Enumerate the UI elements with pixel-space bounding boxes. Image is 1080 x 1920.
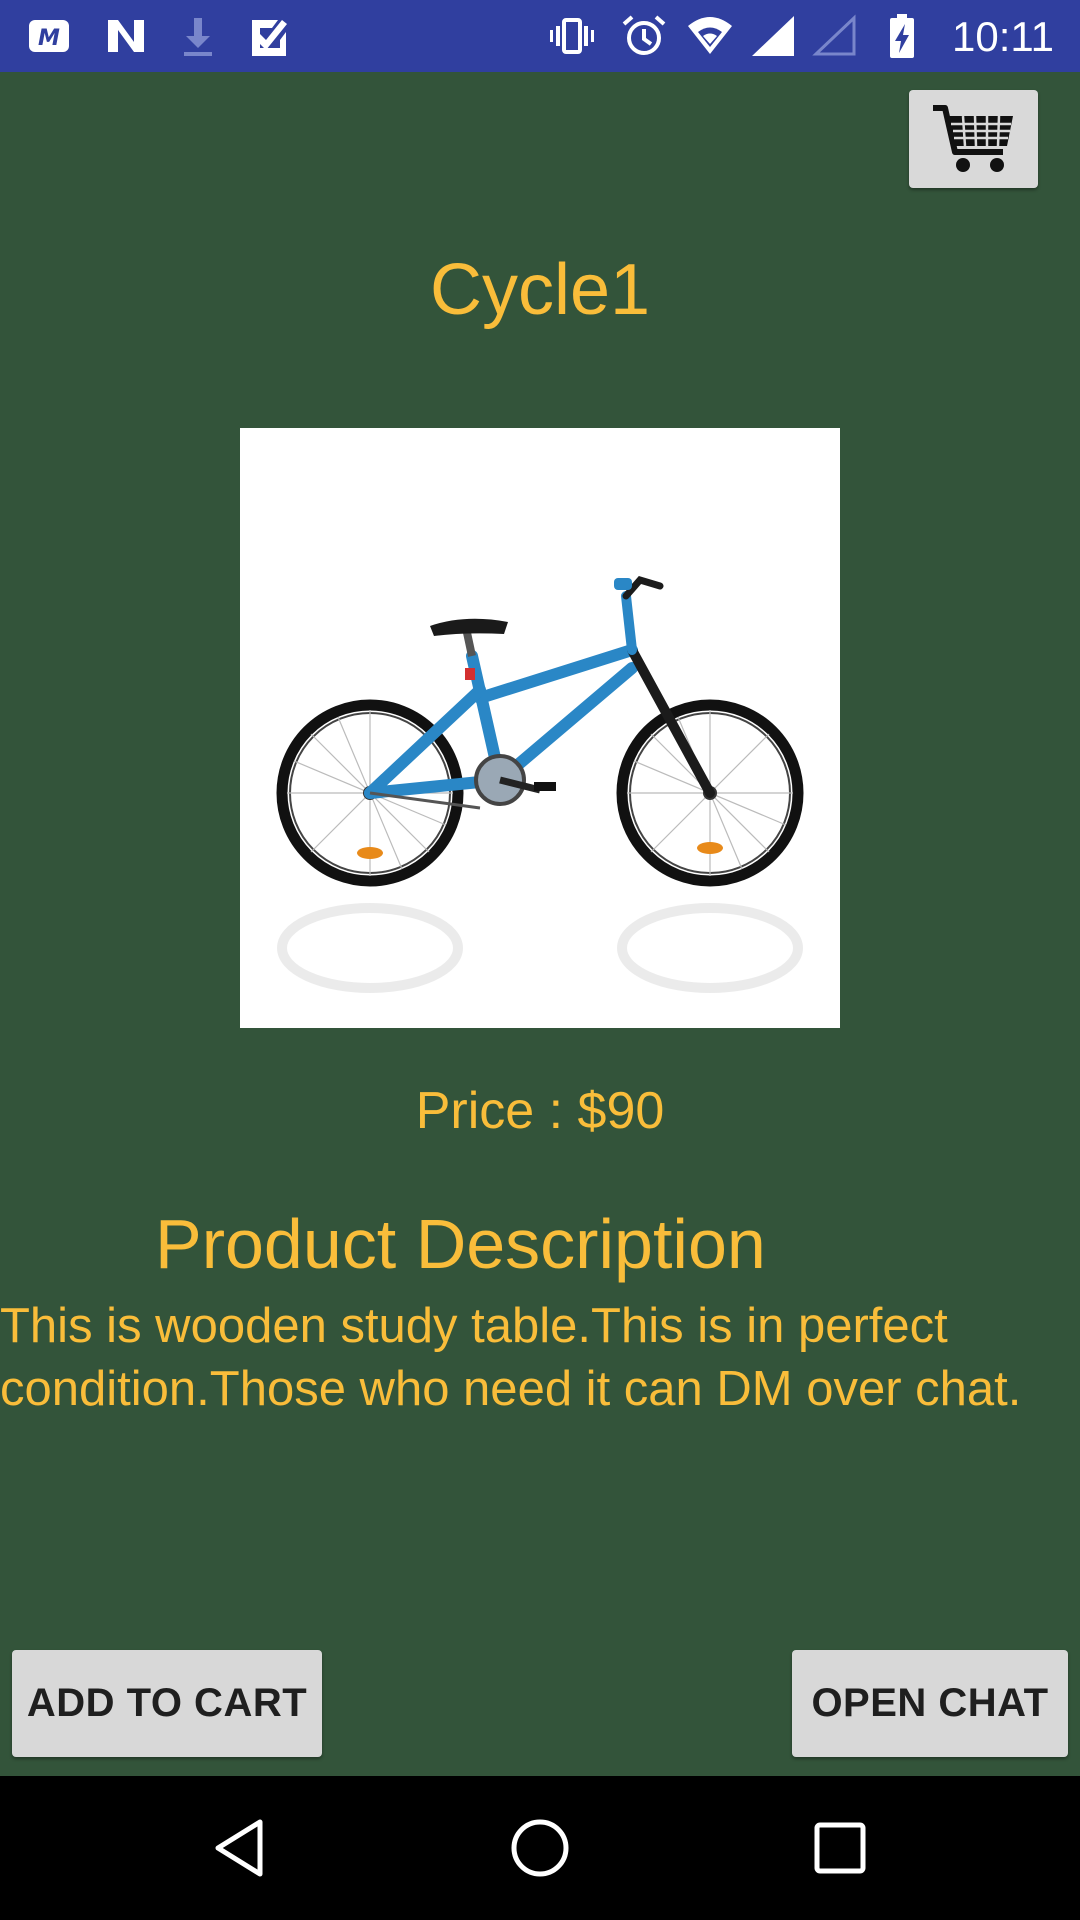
bicycle-photo — [276, 576, 804, 993]
status-time: 10:11 — [952, 13, 1054, 60]
task-check-icon — [246, 12, 294, 60]
product-image — [240, 428, 840, 1028]
status-bar: M 10:11 — [0, 0, 1080, 72]
shopping-cart-icon — [933, 105, 1013, 172]
cart-button[interactable] — [909, 90, 1038, 188]
vibrate-icon — [548, 12, 596, 60]
wifi-icon — [686, 12, 734, 60]
add-to-cart-button[interactable]: ADD TO CART — [12, 1650, 322, 1757]
signal-empty-icon — [812, 12, 860, 60]
recents-icon[interactable] — [808, 1816, 872, 1880]
download-icon — [174, 12, 222, 60]
product-title: Cycle1 — [429, 250, 651, 330]
description-heading: Product Description — [155, 1205, 766, 1283]
alarm-icon — [620, 12, 668, 60]
signal-icon — [750, 12, 798, 60]
navigation-bar — [0, 1776, 1080, 1920]
description-text: This is wooden study table.This is in pe… — [0, 1299, 1022, 1416]
price-label: Price : $90 — [415, 1082, 665, 1140]
motorola-icon: M — [26, 12, 74, 60]
home-icon[interactable] — [508, 1816, 572, 1880]
open-chat-button[interactable]: OPEN CHAT — [792, 1650, 1068, 1757]
svg-text:M: M — [38, 26, 60, 51]
battery-charging-icon — [878, 12, 926, 60]
n-icon — [102, 12, 150, 60]
back-icon[interactable] — [208, 1816, 272, 1880]
